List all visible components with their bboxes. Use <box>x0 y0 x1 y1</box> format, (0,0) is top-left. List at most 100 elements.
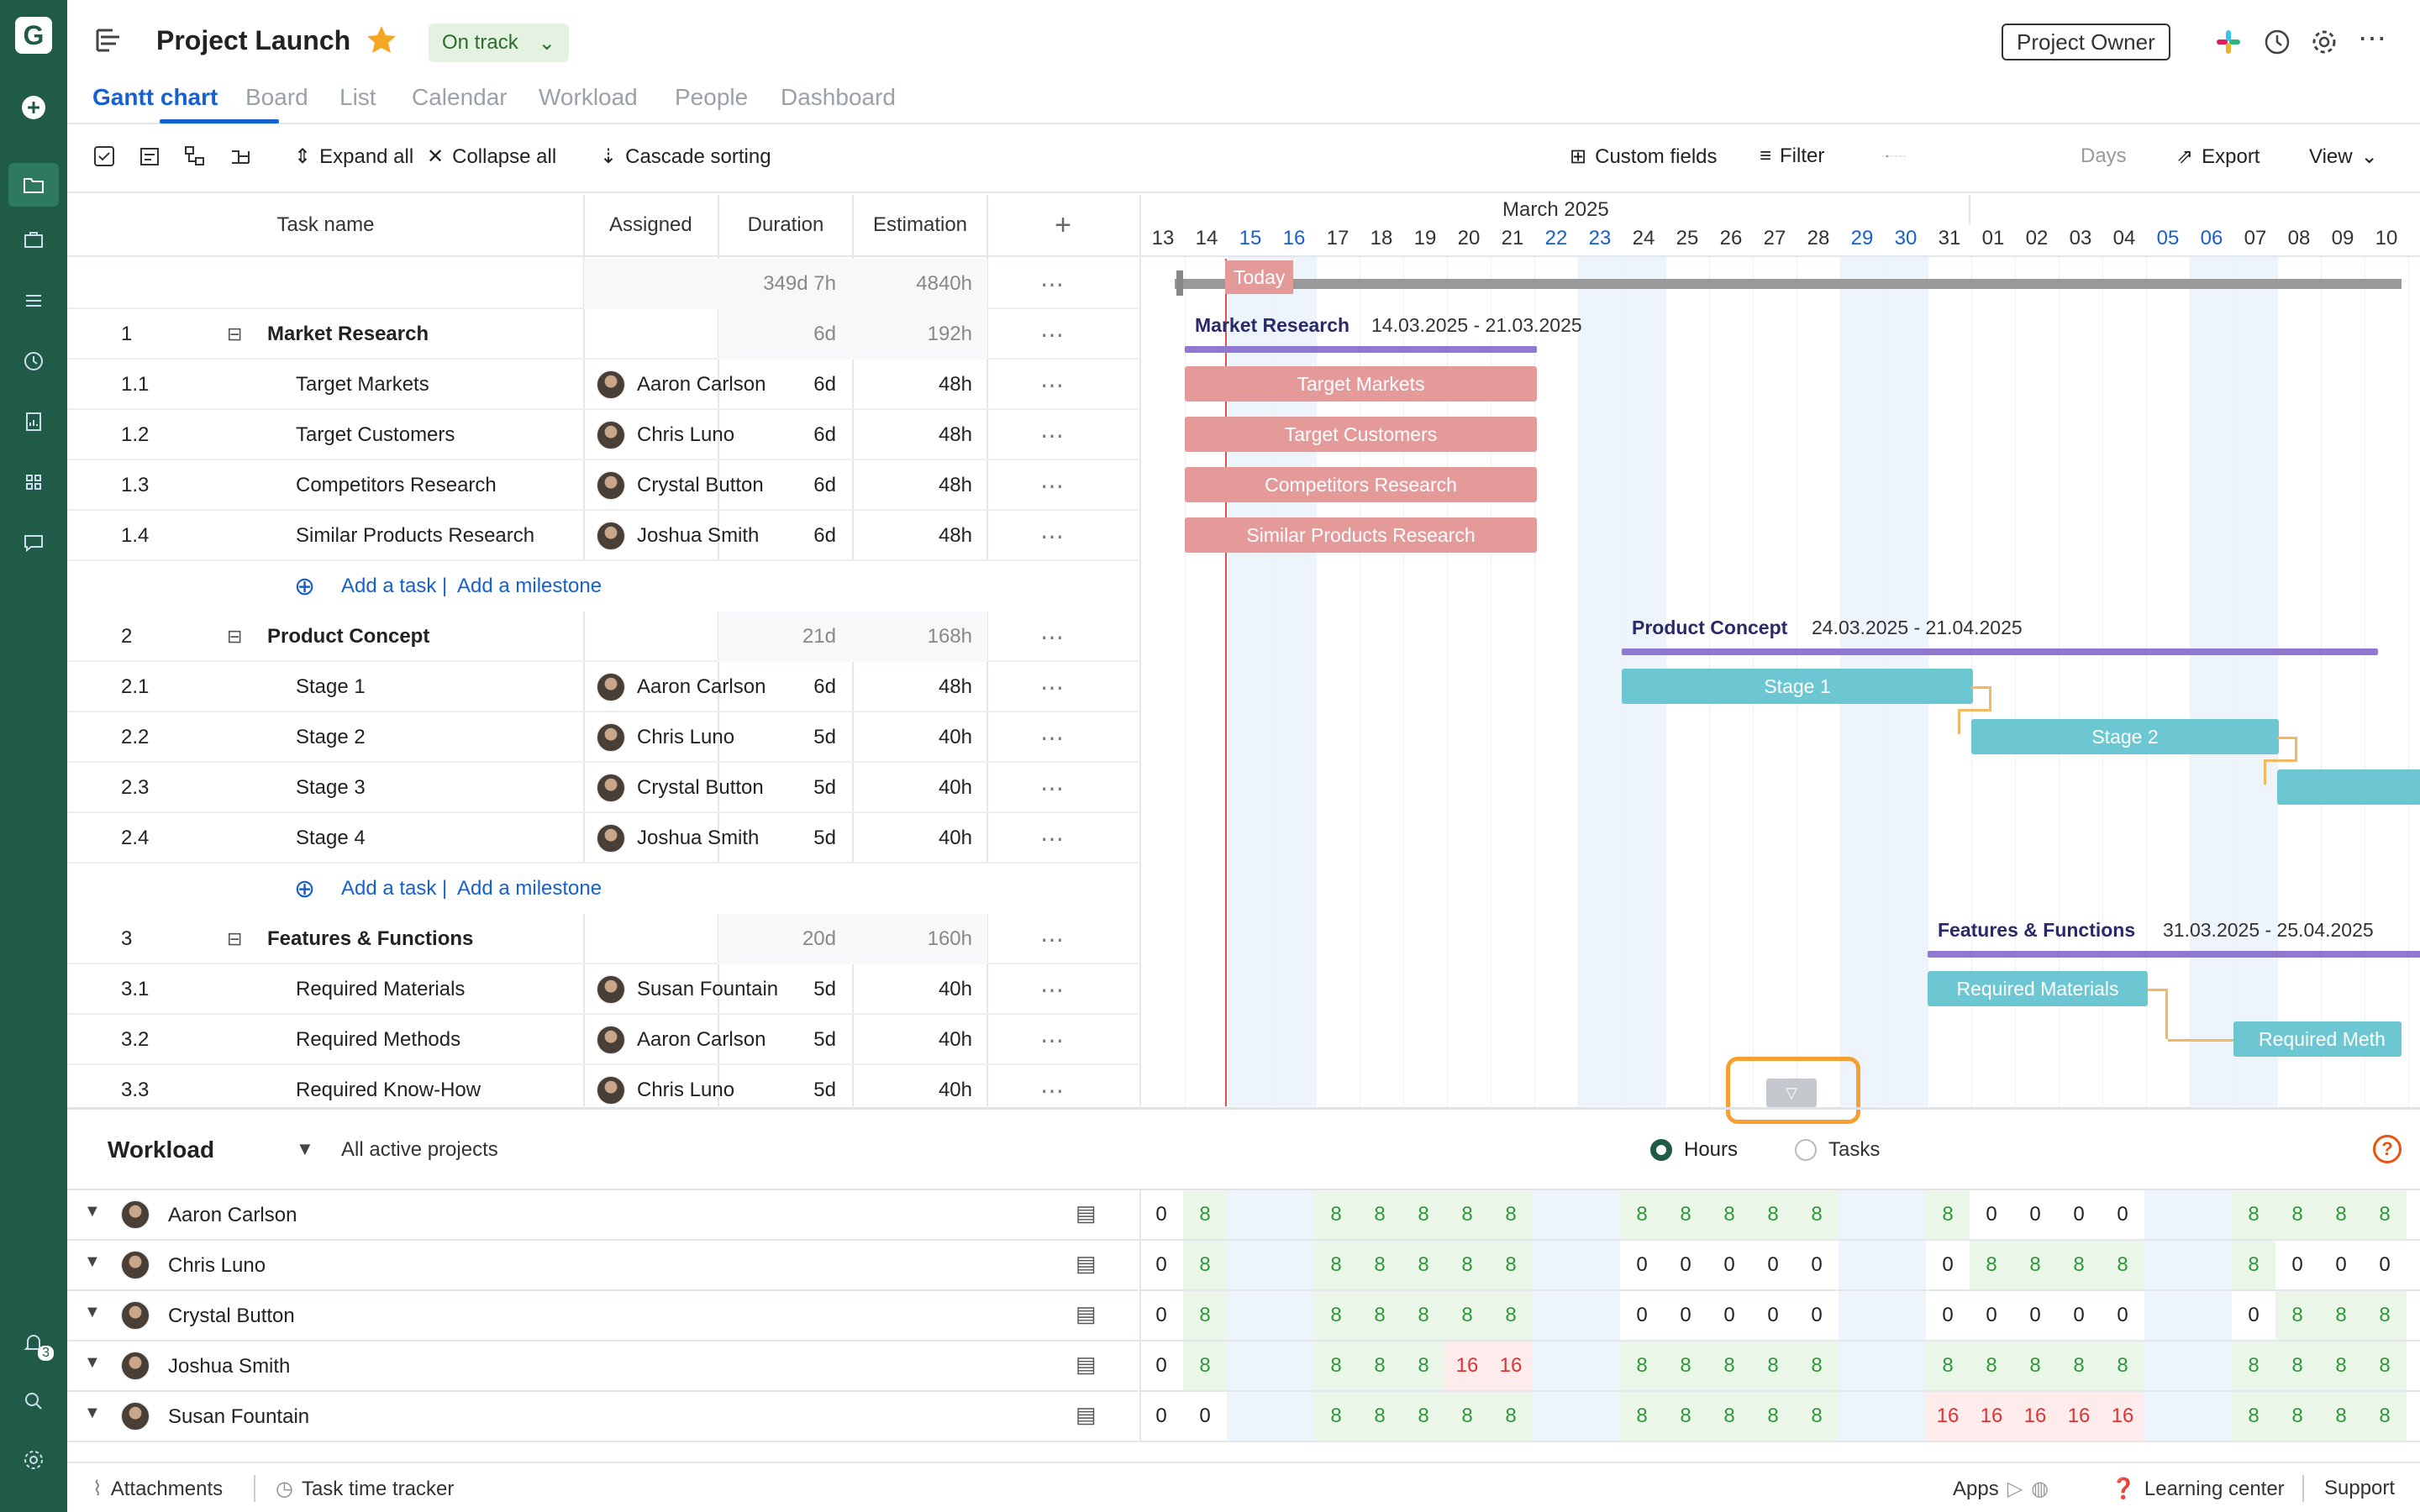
workload-cell[interactable]: 8 <box>1664 1341 1707 1390</box>
favorite-star-icon[interactable] <box>365 24 398 61</box>
workload-cell[interactable]: 8 <box>2232 1341 2275 1390</box>
workload-cell[interactable]: 8 <box>1314 1241 1358 1289</box>
expand-workload-handle[interactable]: ▽ <box>1766 1079 1817 1107</box>
reports-icon[interactable] <box>17 405 50 438</box>
task-group-row[interactable]: 2 ⊟ Product Concept 21d 168h ⋯ <box>67 612 1139 662</box>
task-row[interactable]: 2.1 Stage 1 Aaron Carlson 6d 48h ⋯ <box>67 662 1139 712</box>
workload-cell[interactable]: 8 <box>1358 1291 1402 1340</box>
add-circle-icon[interactable]: ⊕ <box>294 864 315 914</box>
export-button[interactable]: ⇗ Export <box>2176 144 2260 169</box>
task-duration[interactable]: 5d <box>718 712 853 763</box>
workload-cell[interactable]: 8 <box>2013 1341 2057 1390</box>
workload-cell[interactable]: 0 <box>1795 1291 1839 1340</box>
task-estimation[interactable]: 48h <box>853 360 987 410</box>
workload-cell[interactable]: 8 <box>2319 1291 2363 1340</box>
workload-cell[interactable]: 0 <box>2101 1190 2144 1239</box>
task-duration[interactable]: 5d <box>718 1015 853 1065</box>
task-duration[interactable]: 6d <box>718 360 853 410</box>
task-estimation[interactable]: 48h <box>853 511 987 561</box>
workload-cell[interactable]: 16 <box>1970 1392 2013 1441</box>
task-row[interactable]: 1.3 Competitors Research Crystal Button 6d 4… <box>67 460 1139 511</box>
collapse-group-icon[interactable]: ⊟ <box>227 914 242 964</box>
add-circle-icon[interactable]: ⊕ <box>294 561 315 612</box>
workload-cell[interactable]: 0 <box>1926 1241 1970 1289</box>
row-menu-icon[interactable]: ⋯ <box>1040 612 1065 662</box>
workload-cell[interactable]: 8 <box>1620 1190 1664 1239</box>
workload-cell[interactable]: 8 <box>1314 1291 1358 1340</box>
add-task-link[interactable]: Add a task <box>341 561 436 612</box>
slack-icon[interactable] <box>2213 27 2244 61</box>
workload-cell[interactable]: 0 <box>1139 1392 1183 1441</box>
workload-cell[interactable]: 8 <box>1402 1241 1445 1289</box>
tab-calendar[interactable]: Calendar <box>412 84 508 111</box>
task-name[interactable]: Required Materials <box>296 964 465 1015</box>
workload-cell[interactable]: 8 <box>2319 1341 2363 1390</box>
workload-cell[interactable]: 8 <box>1314 1341 1358 1390</box>
workload-cell[interactable]: 8 <box>1445 1392 1489 1441</box>
workload-cell[interactable]: 0 <box>1970 1190 2013 1239</box>
workload-cell[interactable]: 8 <box>1970 1341 2013 1390</box>
column-header-duration[interactable]: Duration <box>718 195 853 257</box>
workload-cell[interactable]: 8 <box>1707 1341 1751 1390</box>
workload-cell[interactable]: 8 <box>1314 1190 1358 1239</box>
workload-cell[interactable]: 0 <box>1139 1341 1183 1390</box>
workload-cell[interactable]: 8 <box>1489 1392 1533 1441</box>
row-menu-icon[interactable]: ⋯ <box>1040 763 1065 813</box>
mode-tasks-radio[interactable]: Tasks <box>1795 1138 1880 1162</box>
task-estimation[interactable]: 160h <box>853 914 987 964</box>
task-row[interactable]: 2.4 Stage 4 Joshua Smith 5d 40h ⋯ <box>67 813 1139 864</box>
workload-cell[interactable]: 0 <box>2013 1190 2057 1239</box>
task-duration[interactable]: 5d <box>718 763 853 813</box>
task-name[interactable]: Required Know-How <box>296 1065 481 1106</box>
task-estimation[interactable]: 48h <box>853 662 987 712</box>
projects-icon[interactable] <box>8 163 59 207</box>
row-menu-icon[interactable]: ⋯ <box>1040 259 1065 309</box>
workload-cell[interactable]: 0 <box>2057 1190 2101 1239</box>
expand-row-icon[interactable]: ▼ <box>84 1404 101 1423</box>
search-icon[interactable] <box>17 1384 50 1418</box>
attachments-link[interactable]: ⌇ Attachments <box>92 1477 223 1501</box>
tab-gantt-chart[interactable]: Gantt chart <box>92 84 218 111</box>
task-group-row[interactable]: 3 ⊟ Features & Functions 20d 160h ⋯ <box>67 914 1139 964</box>
workload-cell[interactable]: 8 <box>1183 1241 1227 1289</box>
workload-cell[interactable]: 8 <box>2232 1190 2275 1239</box>
hierarchy-icon[interactable] <box>183 144 207 168</box>
calendar-icon[interactable]: ▤ <box>1076 1251 1097 1277</box>
workload-cell[interactable]: 8 <box>1751 1190 1795 1239</box>
task-estimation[interactable]: 168h <box>853 612 987 662</box>
row-menu-icon[interactable]: ⋯ <box>1040 1065 1065 1106</box>
task-name[interactable]: Required Methods <box>296 1015 460 1065</box>
task-estimation[interactable]: 40h <box>853 964 987 1015</box>
task-duration[interactable]: 5d <box>718 1065 853 1106</box>
workload-cell[interactable]: 0 <box>1707 1291 1751 1340</box>
workload-cell[interactable]: 8 <box>2319 1392 2363 1441</box>
chat-icon[interactable] <box>17 526 50 559</box>
task-group-row[interactable]: 1 ⊟ Market Research 6d 192h ⋯ <box>67 309 1139 360</box>
workload-cell[interactable]: 0 <box>1620 1291 1664 1340</box>
workload-cell[interactable]: 8 <box>1358 1190 1402 1239</box>
workload-cell[interactable]: 8 <box>2101 1341 2144 1390</box>
task-estimation[interactable]: 48h <box>853 460 987 511</box>
mode-hours-radio[interactable]: Hours <box>1650 1138 1738 1162</box>
workload-cell[interactable]: 8 <box>2363 1341 2407 1390</box>
assignee[interactable]: Chris Luno <box>597 712 734 763</box>
workload-cell[interactable]: 8 <box>1183 1341 1227 1390</box>
notifications-icon[interactable]: 3 <box>17 1326 54 1361</box>
collapse-all-button[interactable]: ✕ Collapse all <box>427 144 556 169</box>
workload-cell[interactable]: 16 <box>1926 1392 1970 1441</box>
workload-cell[interactable]: 8 <box>1926 1341 1970 1390</box>
history-icon[interactable] <box>2262 27 2292 61</box>
workload-cell[interactable]: 0 <box>1620 1241 1664 1289</box>
task-estimation[interactable]: 40h <box>853 763 987 813</box>
row-menu-icon[interactable]: ⋯ <box>1040 460 1065 511</box>
tab-workload[interactable]: Workload <box>539 84 638 111</box>
task-duration[interactable]: 6d <box>718 511 853 561</box>
workload-cell[interactable]: 8 <box>1795 1190 1839 1239</box>
row-menu-icon[interactable]: ⋯ <box>1040 410 1065 460</box>
tab-board[interactable]: Board <box>245 84 308 111</box>
task-duration[interactable]: 5d <box>718 964 853 1015</box>
row-menu-icon[interactable]: ⋯ <box>1040 1015 1065 1065</box>
task-bar[interactable]: Target Markets <box>1185 366 1537 402</box>
workload-cell[interactable]: 0 <box>1970 1291 2013 1340</box>
workload-cell[interactable]: 8 <box>1358 1341 1402 1390</box>
